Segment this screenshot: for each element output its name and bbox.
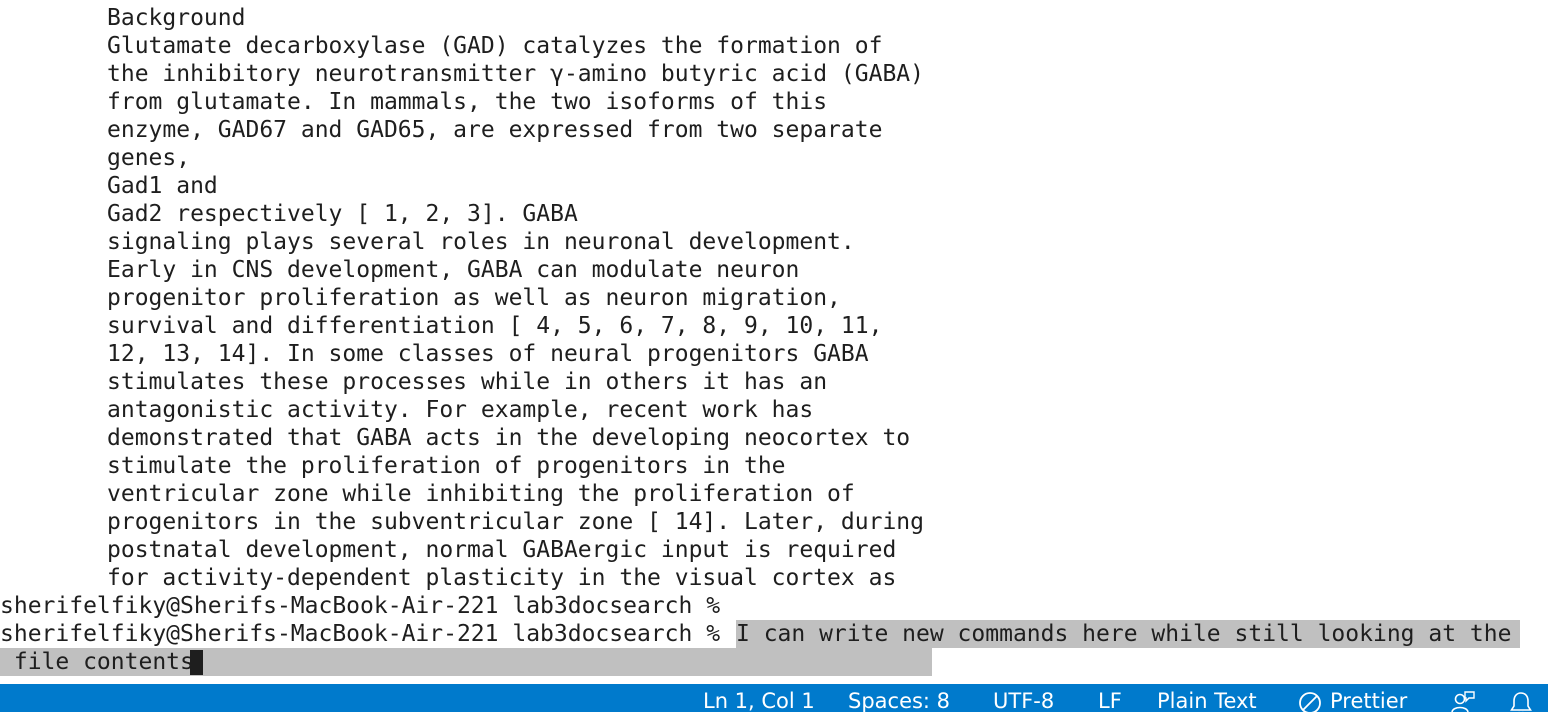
terminal-output-line: Background — [107, 5, 246, 31]
text-cursor — [190, 650, 203, 675]
terminal-output-line: antagonistic activity. For example, rece… — [107, 397, 814, 423]
command-input-text[interactable]: I can write new commands here while stil… — [736, 620, 1511, 648]
terminal-output-line: enzyme, GAD67 and GAD65, are expressed f… — [107, 117, 883, 143]
terminal-output-line: postnatal development, normal GABAergic … — [107, 537, 897, 563]
bell-icon[interactable] — [1508, 690, 1534, 712]
terminal-output-line: 12, 13, 14]. In some classes of neural p… — [107, 341, 869, 367]
status-bar: Ln 1, Col 1 Spaces: 8 UTF-8 LF Plain Tex… — [0, 684, 1548, 712]
terminal-output-line: stimulate the proliferation of progenito… — [107, 453, 786, 479]
terminal-output-line: genes, — [107, 145, 191, 171]
terminal-output-line: the inhibitory neurotransmitter γ-amino … — [107, 61, 924, 87]
terminal-output-line: ventricular zone while inhibiting the pr… — [107, 481, 855, 507]
terminal-output-line: for activity-dependent plasticity in the… — [107, 565, 897, 591]
terminal-output-line: Gad2 respectively [ 1, 2, 3]. GABA — [107, 201, 578, 227]
terminal-output-line: survival and differentiation [ 4, 5, 6, … — [107, 313, 883, 339]
prettier-disabled-icon — [1299, 692, 1321, 712]
encoding-setting[interactable]: UTF-8 — [993, 684, 1054, 712]
terminal-output-line: demonstrated that GABA acts in the devel… — [107, 425, 911, 451]
feedback-icon[interactable] — [1450, 690, 1476, 712]
cursor-position[interactable]: Ln 1, Col 1 — [703, 684, 815, 712]
terminal-panel[interactable]: Background Glutamate decarboxylase (GAD)… — [0, 0, 1548, 684]
prettier-label: Prettier — [1330, 689, 1408, 712]
terminal-output-line: signaling plays several roles in neurona… — [107, 229, 855, 255]
terminal-output-line: progenitors in the subventricular zone [… — [107, 509, 924, 535]
language-mode[interactable]: Plain Text — [1157, 684, 1257, 712]
terminal-output-line: Glutamate decarboxylase (GAD) catalyzes … — [107, 33, 883, 59]
end-of-line-setting[interactable]: LF — [1098, 684, 1122, 712]
terminal-output-line: stimulates these processes while in othe… — [107, 369, 828, 395]
terminal-output-line: from glutamate. In mammals, the two isof… — [107, 89, 828, 115]
shell-prompt: sherifelfiky@Sherifs-MacBook-Air-221 lab… — [0, 621, 721, 647]
indentation-setting[interactable]: Spaces: 8 — [848, 684, 950, 712]
terminal-output-line: Gad1 and — [107, 173, 218, 199]
terminal-output-line: progenitor proliferation as well as neur… — [107, 285, 841, 311]
terminal-output-line: Early in CNS development, GABA can modul… — [107, 257, 800, 283]
shell-prompt: sherifelfiky@Sherifs-MacBook-Air-221 lab… — [0, 593, 721, 619]
command-input-text[interactable]: file contents — [0, 648, 194, 676]
